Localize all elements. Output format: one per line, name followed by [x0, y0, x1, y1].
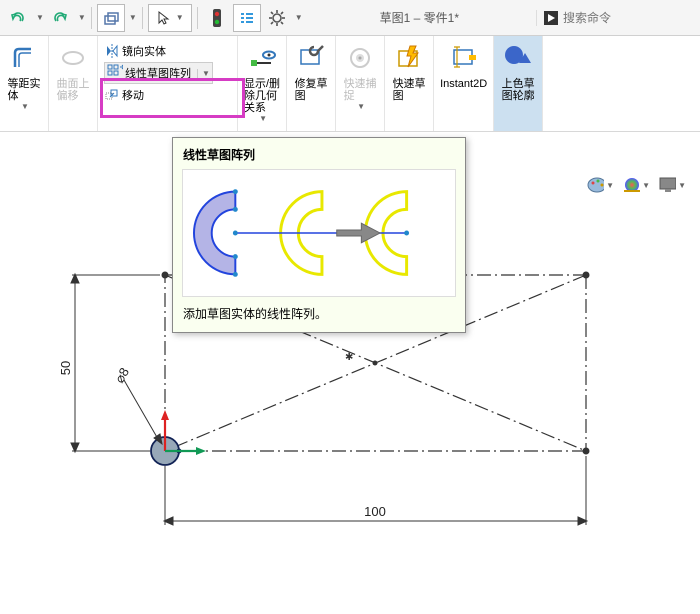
list-icon: [239, 10, 255, 26]
cursor-tool-button[interactable]: ▼: [148, 4, 192, 32]
view-toolbar: ▼ ▼ ▼: [586, 175, 686, 195]
document-title: 草图1 – 零件1*: [305, 9, 534, 26]
quick-snap-button: 快速捕 捉 ▼: [336, 36, 385, 131]
dropdown-arrow-icon[interactable]: ▼: [129, 13, 137, 22]
offset-icon: [9, 43, 39, 73]
mirror-icon: [104, 43, 120, 59]
dim-diameter: ⌀8: [112, 365, 133, 386]
dropdown-arrow-icon: ▼: [21, 102, 29, 111]
instant2d-button[interactable]: Instant2D: [434, 36, 494, 131]
search-input[interactable]: [563, 11, 673, 25]
dim-vertical: 50: [58, 361, 73, 375]
select-faces-button[interactable]: [97, 4, 125, 32]
tooltip-illustration: [182, 169, 456, 297]
snap-icon: [345, 43, 375, 73]
appearance-button[interactable]: ▼: [622, 175, 650, 195]
dropdown-arrow-icon: ▼: [176, 13, 184, 22]
dropdown-arrow-icon[interactable]: ▼: [78, 13, 86, 22]
quick-sketch-icon: [394, 43, 424, 73]
undo-button[interactable]: [4, 4, 32, 32]
move-entities-button[interactable]: 移动: [104, 84, 144, 106]
traffic-icon: [212, 8, 222, 28]
instant2d-icon: [449, 43, 479, 73]
display-delete-relations-button[interactable]: 显示/删 除几何 关系 ▼: [238, 36, 287, 131]
rectangle-icon: [103, 10, 119, 26]
repair-sketch-button[interactable]: 修复草 图: [287, 36, 336, 131]
dim-horizontal: 100: [364, 504, 386, 519]
surface-offset-button: 曲面上 偏移: [49, 36, 98, 131]
undo-icon: [10, 10, 26, 26]
dropdown-arrow-icon[interactable]: ▼: [295, 13, 303, 22]
tooltip-linear-pattern: 线性草图阵列 添加草图实体的线性阵列。: [172, 137, 466, 333]
move-icon: [104, 87, 120, 103]
shaded-contour-icon: [501, 41, 535, 75]
linear-pattern-icon: [107, 65, 123, 81]
display-button[interactable]: ▼: [658, 175, 686, 195]
ribbon: 等距实 体 ▼ 曲面上 偏移 镜向实体 线性草图阵列 ▼ 移动 显示/删 除几何…: [0, 36, 700, 132]
pattern-group: 镜向实体 线性草图阵列 ▼ 移动: [98, 36, 238, 131]
repair-icon: [296, 43, 326, 73]
traffic-light-button[interactable]: [203, 4, 231, 32]
quick-access-toolbar: ▼ ▼ ▼ ▼ ▼ 草图1 – 零件1*: [0, 0, 700, 36]
redo-icon: [52, 10, 68, 26]
gear-icon: [268, 9, 286, 27]
surface-offset-icon: [58, 43, 88, 73]
tooltip-title: 线性草图阵列: [173, 138, 465, 167]
dropdown-arrow-icon: ▼: [197, 69, 210, 78]
svg-text:✱: ✱: [345, 352, 353, 363]
offset-entities-button[interactable]: 等距实 体 ▼: [0, 36, 49, 131]
redo-button[interactable]: [46, 4, 74, 32]
relations-icon: [247, 43, 277, 73]
linear-pattern-button[interactable]: 线性草图阵列 ▼: [104, 62, 213, 84]
list-button[interactable]: [233, 4, 261, 32]
settings-button[interactable]: [263, 4, 291, 32]
tooltip-description: 添加草图实体的线性阵列。: [173, 299, 465, 332]
search-command[interactable]: [536, 10, 696, 26]
quick-sketch-button[interactable]: 快速草 图: [385, 36, 434, 131]
dropdown-arrow-icon: ▼: [357, 102, 365, 111]
view-palette-button[interactable]: ▼: [586, 175, 614, 195]
mirror-entities-button[interactable]: 镜向实体: [104, 40, 166, 62]
run-icon: [543, 10, 559, 26]
dropdown-arrow-icon: ▼: [259, 114, 267, 123]
cursor-icon: [156, 10, 172, 26]
shaded-sketch-contour-button[interactable]: 上色草 图轮廓: [494, 36, 543, 131]
dropdown-arrow-icon[interactable]: ▼: [36, 13, 44, 22]
